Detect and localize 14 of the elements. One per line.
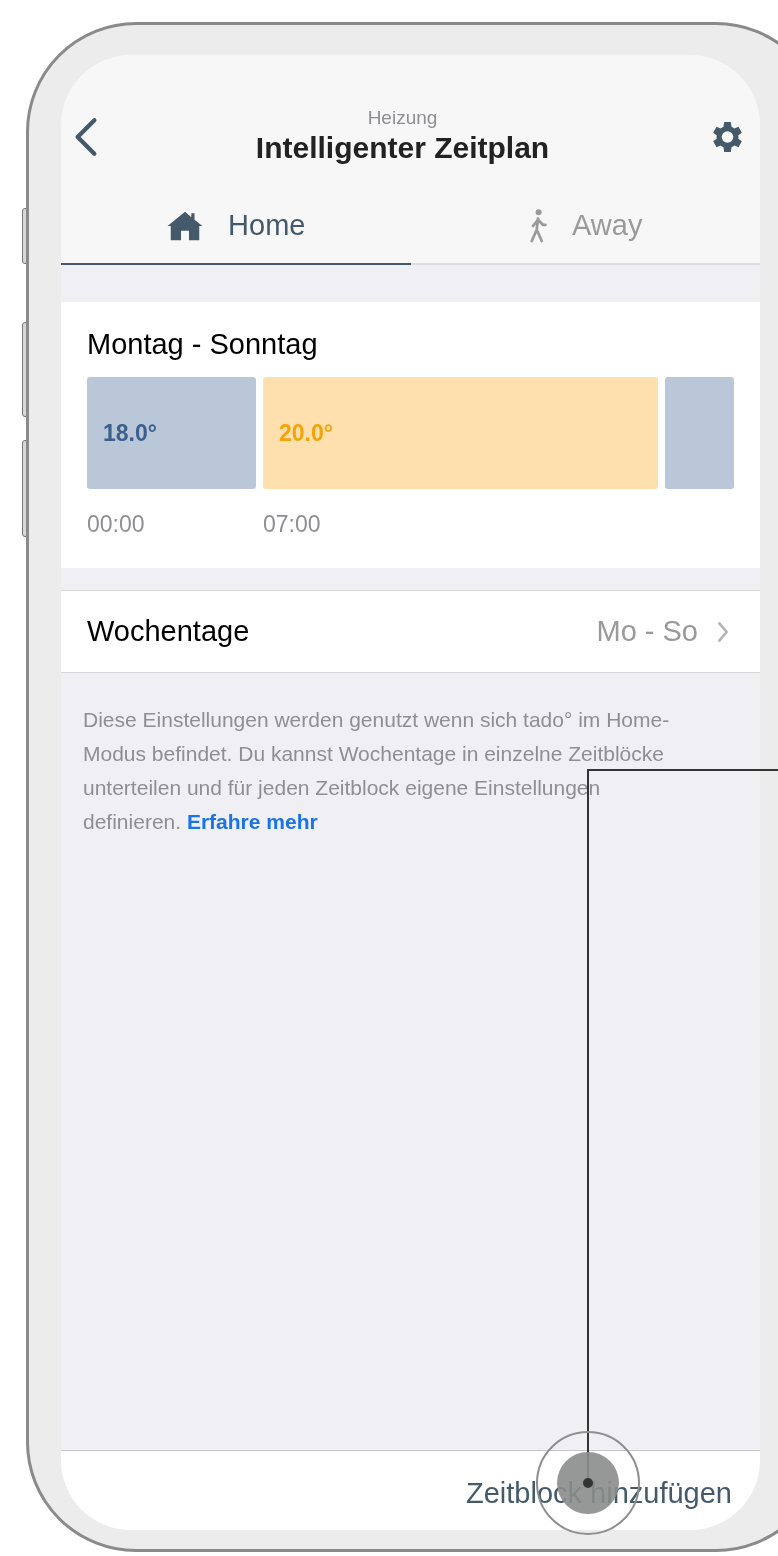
back-icon[interactable] — [73, 117, 99, 157]
header-title: Intelligenter Zeitplan — [255, 130, 550, 166]
weekdays-row[interactable]: Wochentage Mo - So — [61, 590, 760, 673]
learn-more-link[interactable]: Erfahre mehr — [186, 810, 318, 833]
start-time: 07:00 — [263, 510, 321, 539]
house-icon — [166, 210, 205, 242]
header-subtitle: Heizung — [367, 107, 438, 129]
time-block[interactable]: 18.0° — [87, 377, 256, 489]
chevron-right-icon — [716, 620, 730, 643]
mode-tab[interactable]: Away — [410, 189, 760, 265]
walking-person-icon — [528, 208, 549, 244]
start-time: 00:00 — [87, 510, 145, 539]
mode-tab[interactable]: Home — [61, 189, 411, 265]
schedule-title: Montag - Sonntag — [87, 327, 319, 362]
